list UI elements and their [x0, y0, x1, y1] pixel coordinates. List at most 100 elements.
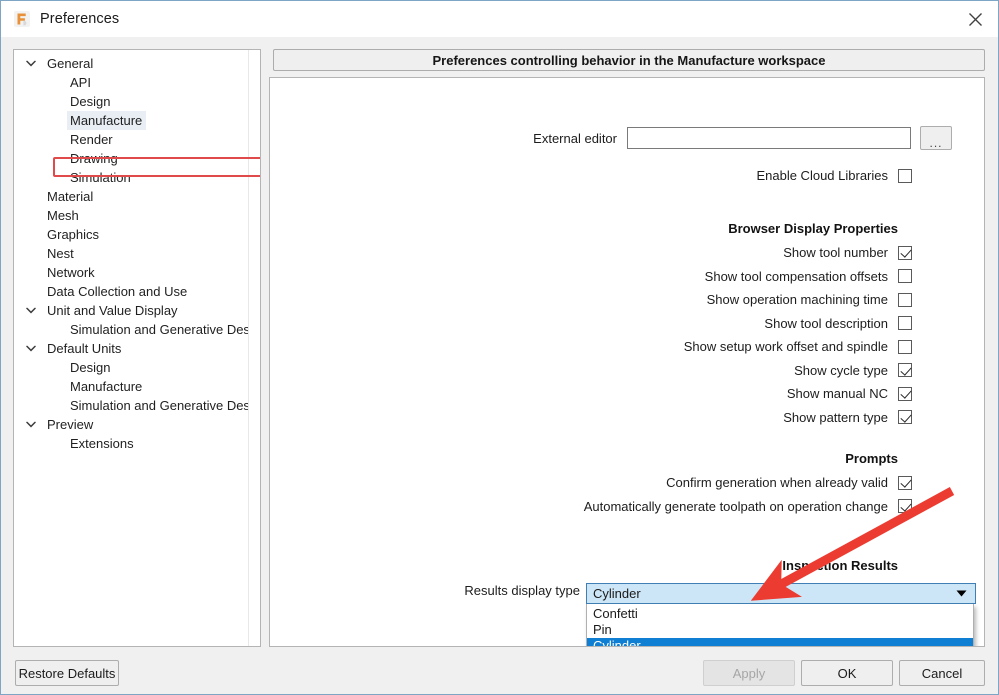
sidebar-item-graphics[interactable]: Graphics — [14, 225, 248, 244]
sidebar-item-default-units[interactable]: Default Units — [14, 339, 248, 358]
chevron-down-icon[interactable] — [25, 301, 37, 320]
browser-display-option-checkbox[interactable] — [898, 339, 912, 354]
sidebar-item-simulation[interactable]: Simulation — [14, 168, 248, 187]
ok-button[interactable]: OK — [801, 660, 893, 686]
dialog-footer: Restore Defaults Apply OK Cancel — [1, 653, 998, 694]
sidebar-item-data-collection-and-use[interactable]: Data Collection and Use — [14, 282, 248, 301]
browser-display-option-checkbox[interactable] — [898, 386, 912, 401]
browser-display-option-checkbox[interactable] — [898, 316, 912, 330]
enable-cloud-libraries-row: Enable Cloud Libraries — [270, 168, 912, 183]
browser-display-option-row: Show manual NC — [270, 386, 912, 401]
sidebar-item-extensions[interactable]: Extensions — [14, 434, 248, 453]
prompt-option-checkbox[interactable] — [898, 475, 912, 490]
sidebar-item-label: Simulation and Generative Design — [70, 322, 261, 337]
browser-display-option-label: Show tool number — [783, 245, 888, 260]
results-display-type-option-list[interactable]: Confetti Pin Cylinder — [586, 604, 974, 646]
sidebar-item-drawing[interactable]: Drawing — [14, 149, 248, 168]
browser-display-option-label: Show manual NC — [786, 386, 888, 401]
sidebar-item-label: Render — [70, 132, 113, 147]
sidebar-item-label: Simulation and Generative Design — [70, 398, 261, 413]
results-display-type-row: Results display type — [270, 583, 580, 598]
sidebar-item-unit-and-value-display[interactable]: Unit and Value Display — [14, 301, 248, 320]
browser-display-option-row: Show tool number — [270, 245, 912, 260]
sidebar-item-manufacture[interactable]: Manufacture — [14, 111, 248, 130]
results-display-type-field[interactable]: Cylinder — [586, 583, 976, 604]
browser-display-option-checkbox[interactable] — [898, 269, 912, 283]
enable-cloud-libraries-checkbox[interactable] — [898, 168, 912, 183]
prompt-option-row: Automatically generate toolpath on opera… — [270, 499, 912, 514]
combo-option-pin[interactable]: Pin — [587, 622, 973, 638]
browser-display-option-row: Show tool compensation offsets — [270, 269, 912, 284]
combo-option-confetti[interactable]: Confetti — [587, 606, 973, 622]
results-display-type-value: Cylinder — [593, 586, 641, 601]
chevron-down-icon[interactable] — [956, 584, 967, 603]
sidebar-item-label: Unit and Value Display — [47, 303, 178, 318]
cancel-button[interactable]: Cancel — [899, 660, 985, 686]
panel-header-text: Preferences controlling behavior in the … — [432, 52, 826, 68]
sidebar-item-manufacture[interactable]: Manufacture — [14, 377, 248, 396]
prompt-option-checkbox[interactable] — [898, 499, 912, 513]
sidebar-item-simulation-and-generative-design[interactable]: Simulation and Generative Design — [14, 320, 260, 339]
sidebar-item-general[interactable]: General — [14, 54, 248, 73]
external-editor-row: External editor ... — [270, 126, 952, 150]
browser-display-option-row: Show cycle type — [270, 363, 912, 378]
sidebar-item-nest[interactable]: Nest — [14, 244, 248, 263]
prompt-option-row: Confirm generation when already valid — [270, 475, 912, 490]
sidebar-item-label: Data Collection and Use — [47, 284, 188, 299]
sidebar-item-label: API — [70, 75, 91, 90]
browser-display-option-row: Show operation machining time — [270, 292, 912, 307]
external-editor-browse-button[interactable]: ... — [920, 126, 952, 150]
sidebar-item-mesh[interactable]: Mesh — [14, 206, 248, 225]
close-icon[interactable] — [952, 1, 998, 37]
external-editor-label: External editor — [533, 130, 617, 146]
browser-display-option-row: Show pattern type — [270, 410, 912, 425]
sidebar-item-network[interactable]: Network — [14, 263, 248, 282]
sidebar-item-label: Simulation — [70, 170, 131, 185]
browser-display-option-row: Show setup work offset and spindle — [270, 339, 912, 354]
enable-cloud-libraries-label: Enable Cloud Libraries — [756, 168, 888, 183]
sidebar-item-design[interactable]: Design — [14, 92, 248, 111]
sidebar-item-label: Mesh — [47, 208, 79, 223]
tree-scroll-area: General API Design Manufacture Render Drawing… — [14, 50, 260, 646]
browser-display-option-checkbox[interactable] — [898, 292, 912, 307]
sidebar-item-label: Material — [47, 189, 94, 204]
chevron-down-icon[interactable] — [25, 339, 37, 358]
panel-header: Preferences controlling behavior in the … — [273, 49, 985, 71]
dialog-body: General API Design Manufacture Render Drawing… — [1, 37, 998, 694]
sidebar-item-label: Design — [70, 360, 111, 375]
sidebar-item-api[interactable]: API — [14, 73, 248, 92]
sidebar-item-design[interactable]: Design — [14, 358, 248, 377]
browser-display-option-checkbox[interactable] — [898, 410, 912, 424]
fusion-f-icon — [13, 10, 31, 28]
apply-button[interactable]: Apply — [703, 660, 795, 686]
results-display-type-label: Results display type — [464, 583, 580, 598]
sidebar-item-label: Design — [70, 94, 111, 109]
browser-display-option-label: Show tool description — [764, 315, 888, 331]
sidebar-item-label: Manufacture — [70, 379, 143, 394]
title-bar: Preferences — [1, 1, 998, 37]
sidebar-item-preview[interactable]: Preview — [14, 415, 248, 434]
chevron-down-icon[interactable] — [25, 54, 37, 73]
browser-display-option-label: Show setup work offset and spindle — [683, 339, 888, 354]
sidebar-item-render[interactable]: Render — [14, 130, 248, 149]
sidebar-item-simulation-and-generative-design[interactable]: Simulation and Generative Design — [14, 396, 260, 415]
browser-display-option-checkbox[interactable] — [898, 363, 912, 377]
sidebar-item-material[interactable]: Material — [14, 187, 248, 206]
external-editor-input[interactable] — [627, 127, 911, 149]
results-display-type-combobox[interactable]: Cylinder Confetti Pin Cylinder — [586, 583, 976, 646]
browser-display-option-checkbox[interactable] — [898, 245, 912, 260]
prompt-option-label: Automatically generate toolpath on opera… — [583, 498, 888, 514]
sidebar-item-label: Nest — [47, 246, 74, 261]
browser-display-option-label: Show pattern type — [783, 409, 888, 425]
preferences-category-tree[interactable]: General API Design Manufacture Render Drawing… — [13, 49, 261, 647]
sidebar-item-label: Default Units — [47, 341, 122, 356]
tree-scrollbar[interactable] — [248, 50, 260, 646]
preferences-dialog: Preferences General API Design Manufacture R… — [0, 0, 999, 695]
chevron-down-icon[interactable] — [25, 415, 37, 434]
browser-display-option-label: Show cycle type — [794, 362, 888, 378]
sidebar-item-label: Extensions — [70, 436, 134, 451]
restore-defaults-button[interactable]: Restore Defaults — [15, 660, 119, 686]
combo-option-cylinder[interactable]: Cylinder — [587, 638, 973, 646]
manufacture-preferences-panel: External editor ... Enable Cloud Librari… — [269, 77, 985, 647]
sidebar-item-label: Preview — [47, 417, 94, 432]
